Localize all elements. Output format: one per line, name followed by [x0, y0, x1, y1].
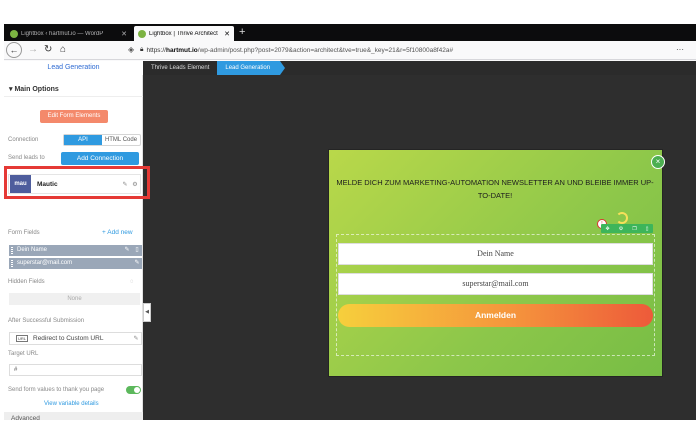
- duplicate-icon[interactable]: ❐: [632, 226, 636, 232]
- form-field-row[interactable]: superstar@mail.com ✎: [9, 258, 142, 269]
- browser-tab-thrive[interactable]: Lightbox | Thrive Architect ✕: [134, 26, 234, 41]
- redirect-icon: URL: [16, 335, 28, 342]
- edit-pencil-icon[interactable]: ✎: [132, 258, 142, 269]
- decorative-swirl-icon: [616, 212, 628, 224]
- after-submission-label: After Successful Submission: [8, 318, 85, 324]
- edit-pencil-icon[interactable]: ✎: [120, 181, 130, 188]
- connection-toggle: API HTML Code: [63, 134, 141, 146]
- close-tab-icon[interactable]: ✕: [117, 30, 131, 38]
- email-input[interactable]: superstar@mail.com: [338, 273, 653, 295]
- send-values-label: Send form values to thank you page: [8, 387, 105, 393]
- send-leads-label: Send leads to: [8, 155, 45, 161]
- hidden-eye-icon[interactable]: ◌: [130, 279, 134, 285]
- tab-title: Lightbox | Thrive Architect: [149, 30, 218, 37]
- back-arrow-icon[interactable]: ←: [6, 42, 22, 58]
- reload-icon[interactable]: ↻: [44, 43, 52, 57]
- after-submission-action[interactable]: URL Redirect to Custom URL ✎: [9, 332, 142, 345]
- lock-icon: 🔒︎: [140, 46, 144, 53]
- mautic-logo-icon: mau: [10, 175, 31, 193]
- wordpress-favicon-icon: [10, 29, 18, 38]
- new-tab-button[interactable]: +: [239, 26, 245, 39]
- shield-icon[interactable]: ◈: [128, 43, 134, 57]
- breadcrumb-item[interactable]: Thrive Leads Element: [143, 61, 217, 75]
- settings-panel: ▾ Main Options Edit Form Elements Connec…: [4, 75, 143, 420]
- settings-gear-icon[interactable]: ⚙: [130, 181, 140, 188]
- service-name: Mautic: [37, 180, 58, 188]
- home-icon[interactable]: ⌂: [60, 43, 66, 57]
- submit-button[interactable]: Anmelden: [338, 304, 653, 327]
- thrive-favicon-icon: [138, 29, 146, 38]
- form-fields-label: Form Fields: [8, 230, 40, 236]
- panel-title: Lead Generation: [4, 61, 143, 75]
- url-path: /wp-admin/post.php?post=2079&action=arch…: [197, 46, 454, 54]
- hidden-fields-label: Hidden Fields: [8, 279, 45, 285]
- edit-form-elements-button[interactable]: Edit Form Elements: [40, 110, 108, 123]
- add-new-field-link[interactable]: + Add new: [102, 229, 133, 236]
- tab-title: Lightbox ‹ hartmut.io — WordP: [21, 30, 104, 37]
- more-menu-icon[interactable]: ···: [676, 43, 684, 57]
- collapse-panel-icon[interactable]: ◀: [143, 303, 151, 322]
- settings-gear-icon[interactable]: ⚙: [619, 226, 623, 232]
- browser-tab-wordpress[interactable]: Lightbox ‹ hartmut.io — WordP ✕: [6, 26, 131, 41]
- move-icon[interactable]: ✥: [606, 226, 610, 232]
- connection-html-option[interactable]: HTML Code: [102, 135, 140, 145]
- trash-icon[interactable]: ▯: [132, 245, 142, 256]
- drag-handle-icon[interactable]: [11, 247, 13, 254]
- advanced-section-header[interactable]: Advanced: [4, 412, 143, 420]
- editor-canvas: × MELDE DICH ZUM MARKETING-AUTOMATION NE…: [143, 75, 696, 420]
- breadcrumb: Thrive Leads Element Lead Generation: [143, 61, 696, 75]
- forward-arrow-icon[interactable]: →: [28, 43, 38, 57]
- url-bar[interactable]: 🔒︎ https:// hartmut.io /wp-admin/post.ph…: [140, 43, 680, 57]
- target-url-input[interactable]: #: [9, 364, 142, 376]
- url-prefix: https://: [146, 46, 166, 54]
- redirect-label: Redirect to Custom URL: [33, 335, 104, 342]
- tab-strip: Lightbox ‹ hartmut.io — WordP ✕ Lightbox…: [4, 24, 696, 41]
- target-url-label: Target URL: [8, 351, 39, 357]
- connection-api-option[interactable]: API: [64, 135, 102, 145]
- name-input[interactable]: Dein Name: [338, 243, 653, 265]
- breadcrumb-item-active[interactable]: Lead Generation: [217, 61, 285, 75]
- edit-pencil-icon[interactable]: ✎: [131, 335, 141, 342]
- send-values-toggle[interactable]: [126, 386, 141, 394]
- connected-service-mautic[interactable]: mau Mautic ✎ ⚙: [8, 174, 141, 194]
- edit-pencil-icon[interactable]: ✎: [122, 245, 132, 256]
- field-label: Dein Name: [17, 247, 48, 253]
- navigation-bar: ← → ↻ ⌂ ◈ 🔒︎ https:// hartmut.io /wp-adm…: [4, 41, 696, 60]
- view-variable-details-link[interactable]: View variable details: [44, 401, 99, 407]
- browser-window: Lightbox ‹ hartmut.io — WordP ✕ Lightbox…: [4, 24, 696, 420]
- add-connection-button[interactable]: Add Connection: [61, 152, 139, 165]
- close-icon[interactable]: ×: [651, 155, 665, 169]
- drag-handle-icon[interactable]: [11, 260, 13, 267]
- close-tab-icon[interactable]: ✕: [220, 30, 234, 38]
- element-toolbar: ✥ ⚙ ❐ ▯: [601, 224, 653, 233]
- field-label: superstar@mail.com: [17, 260, 73, 266]
- lightbox-popup[interactable]: × MELDE DICH ZUM MARKETING-AUTOMATION NE…: [329, 150, 665, 376]
- hidden-fields-empty: None: [9, 293, 140, 305]
- main-options-header[interactable]: ▾ Main Options: [4, 83, 143, 97]
- trash-icon[interactable]: ▯: [646, 226, 649, 232]
- form-field-row[interactable]: Dein Name ✎ ▯: [9, 245, 142, 256]
- url-host: hartmut.io: [165, 46, 198, 54]
- popup-headline[interactable]: MELDE DICH ZUM MARKETING-AUTOMATION NEWS…: [335, 176, 655, 202]
- connection-label: Connection: [8, 137, 39, 143]
